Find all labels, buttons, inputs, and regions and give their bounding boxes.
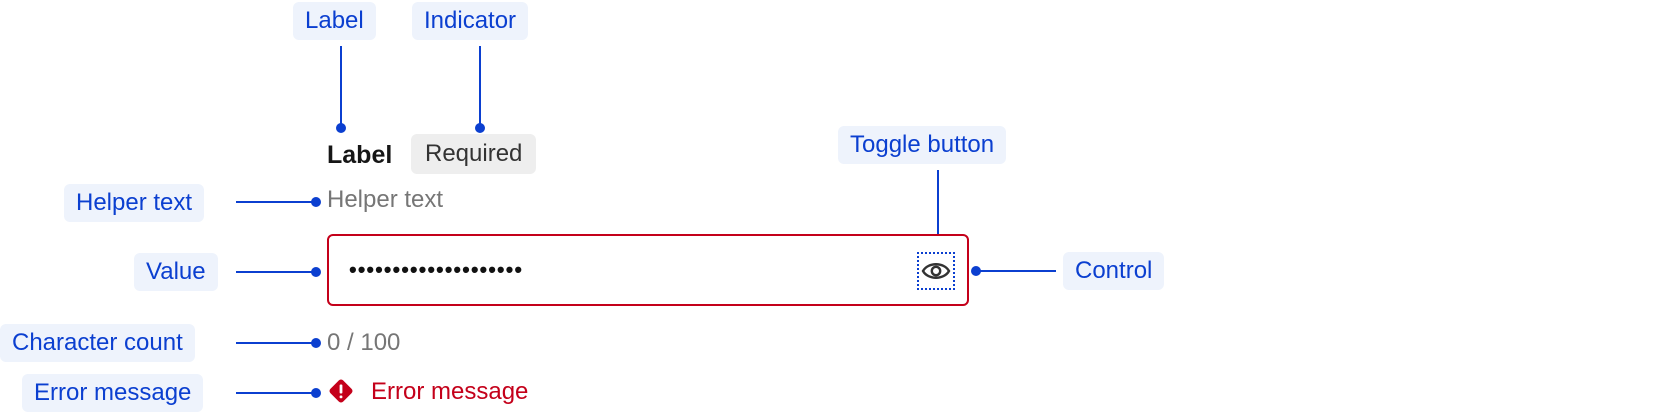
toggle-visibility-button[interactable] [917, 252, 955, 290]
leader-dot-indicator [475, 123, 485, 133]
leader-dot-value [311, 267, 321, 277]
helper-text: Helper text [327, 186, 444, 213]
annotation-control: Control [1063, 252, 1165, 290]
annotation-label: Label [293, 2, 376, 40]
character-count: 0 / 100 [327, 329, 401, 356]
leader-line-value [236, 271, 316, 273]
annotation-error-message: Error message [22, 374, 204, 412]
annotation-character-count: Character count [0, 324, 195, 362]
leader-line-indicator [479, 46, 481, 128]
leader-line-control [976, 270, 1056, 272]
password-input[interactable]: •••••••••••••••••••• [327, 234, 969, 306]
error-message: Error message [371, 378, 529, 405]
leader-line-label [340, 46, 342, 128]
leader-dot-error-message [311, 388, 321, 398]
leader-line-character-count [236, 342, 316, 344]
annotation-helper-text: Helper text [64, 184, 205, 222]
password-value: •••••••••••••••••••• [349, 257, 524, 282]
leader-line-helper-text [236, 201, 316, 203]
annotation-indicator: Indicator [412, 2, 529, 40]
field-label: Label [327, 141, 393, 169]
eye-icon [921, 263, 951, 279]
leader-dot-control [971, 266, 981, 276]
error-icon [329, 379, 353, 403]
required-indicator: Required [411, 134, 537, 174]
leader-line-error-message [236, 392, 316, 394]
leader-dot-helper-text [311, 197, 321, 207]
annotation-toggle-button: Toggle button [838, 126, 1007, 164]
leader-dot-character-count [311, 338, 321, 348]
leader-dot-label [336, 123, 346, 133]
annotation-value: Value [134, 253, 218, 291]
